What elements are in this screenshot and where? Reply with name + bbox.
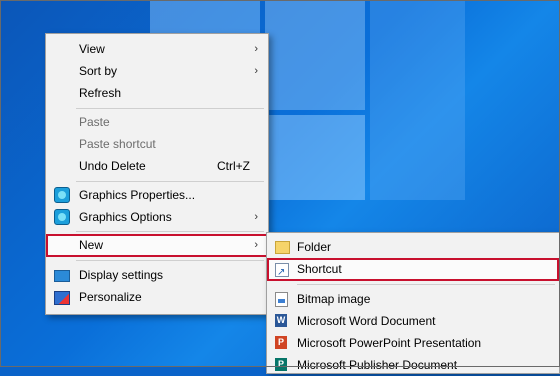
menu-item-label: Paste shortcut [79, 137, 156, 151]
submenu-item-word-document[interactable]: W Microsoft Word Document [267, 310, 559, 332]
menu-item-graphics-properties[interactable]: Graphics Properties... [46, 184, 268, 206]
submenu-item-powerpoint-presentation[interactable]: P Microsoft PowerPoint Presentation [267, 332, 559, 354]
menu-item-graphics-options[interactable]: Graphics Options › [46, 206, 268, 228]
wallpaper-pane [265, 115, 365, 200]
menu-item-label: Personalize [79, 290, 142, 304]
submenu-item-publisher-document[interactable]: P Microsoft Publisher Document [267, 354, 559, 376]
menu-item-label: Undo Delete [79, 159, 146, 173]
menu-item-label: Microsoft Word Document [297, 314, 436, 328]
submenu-item-bitmap-image[interactable]: Bitmap image [267, 288, 559, 310]
shortcut-icon [275, 261, 289, 284]
menu-item-undo-delete[interactable]: Undo Delete Ctrl+Z [46, 155, 268, 177]
personalize-icon [54, 291, 70, 305]
graphics-icon [54, 209, 70, 225]
menu-item-label: Graphics Properties... [79, 188, 196, 202]
menu-separator [76, 181, 264, 182]
menu-item-label: Folder [297, 240, 332, 254]
menu-item-label: New [79, 238, 104, 252]
menu-item-display-settings[interactable]: Display settings [46, 264, 268, 286]
chevron-right-icon: › [254, 211, 258, 223]
menu-item-paste[interactable]: Paste [46, 111, 268, 133]
wallpaper-pane [265, 0, 365, 110]
keyboard-shortcut: Ctrl+Z [217, 159, 250, 173]
menu-item-label: Microsoft PowerPoint Presentation [297, 336, 482, 350]
submenu-item-shortcut[interactable]: Shortcut [267, 258, 559, 284]
chevron-right-icon: › [254, 239, 258, 251]
menu-item-view[interactable]: View › [46, 38, 268, 60]
menu-separator [76, 108, 264, 109]
graphics-icon [54, 187, 70, 203]
word-icon: W [275, 314, 287, 327]
folder-icon [275, 241, 290, 254]
menu-item-label: Graphics Options [79, 210, 172, 224]
menu-item-personalize[interactable]: Personalize [46, 286, 268, 308]
menu-item-label: Bitmap image [297, 292, 371, 306]
menu-item-paste-shortcut[interactable]: Paste shortcut [46, 133, 268, 155]
menu-item-label: Microsoft Publisher Document [297, 358, 458, 372]
display-icon [54, 270, 70, 282]
menu-item-new[interactable]: New › [46, 234, 268, 257]
wallpaper-pane [370, 0, 465, 200]
new-submenu: Folder Shortcut Bitmap image W Microsoft… [266, 232, 560, 374]
menu-separator [297, 284, 555, 285]
menu-separator [76, 260, 264, 261]
menu-item-label: Refresh [79, 86, 122, 100]
menu-item-refresh[interactable]: Refresh [46, 82, 268, 104]
submenu-item-folder[interactable]: Folder [267, 236, 559, 258]
bitmap-icon [275, 292, 288, 307]
menu-item-label: Shortcut [297, 262, 342, 276]
chevron-right-icon: › [254, 43, 258, 55]
menu-separator [76, 231, 264, 232]
chevron-right-icon: › [254, 65, 258, 77]
menu-item-label: Sort by [79, 64, 118, 78]
menu-item-sort-by[interactable]: Sort by › [46, 60, 268, 82]
powerpoint-icon: P [275, 336, 287, 349]
menu-item-label: View [79, 42, 105, 56]
publisher-icon: P [275, 358, 287, 371]
menu-item-label: Display settings [79, 268, 164, 282]
desktop-context-menu: View › Sort by › Refresh Paste Paste sho… [45, 33, 269, 315]
menu-item-label: Paste [79, 115, 110, 129]
